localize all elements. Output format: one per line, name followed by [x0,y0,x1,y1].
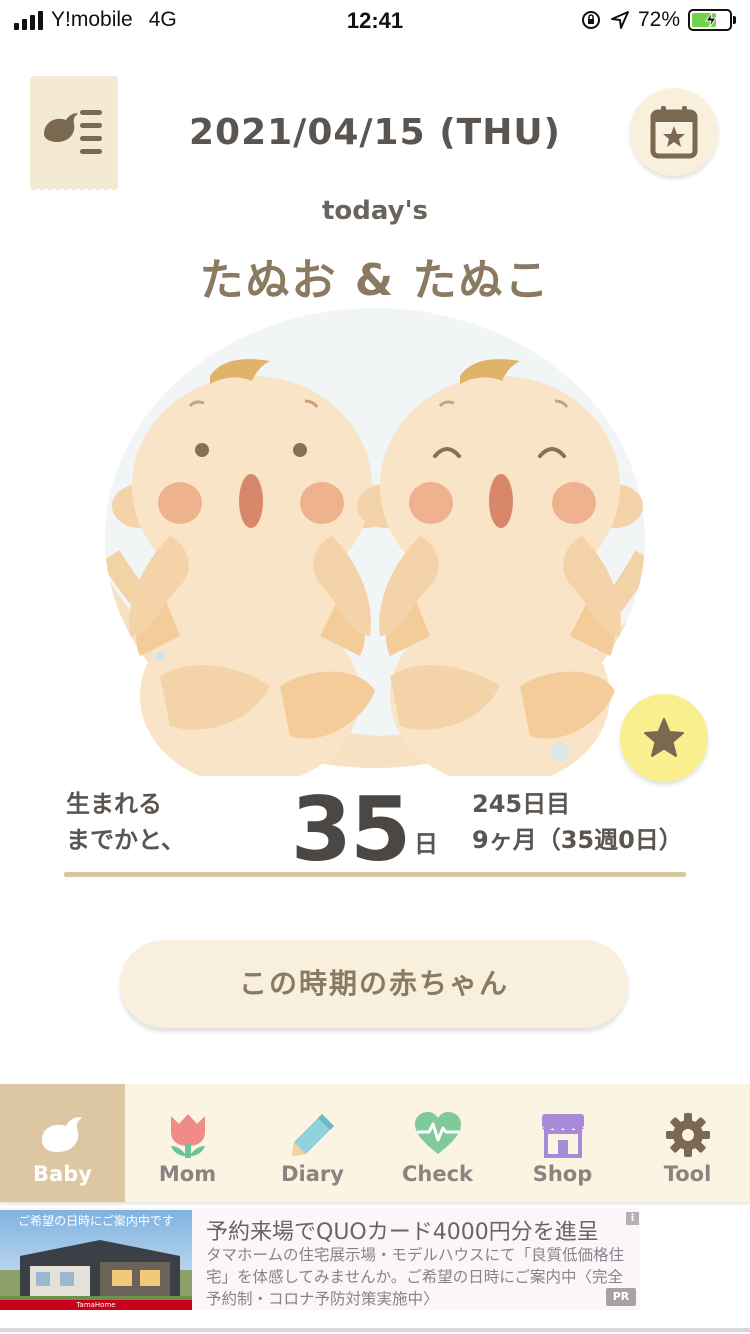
calendar-button[interactable] [630,88,718,176]
ad-image[interactable]: ご希望の日時にご案内中です TamaHome [0,1210,192,1310]
battery-percent: 72% [637,8,680,31]
star-icon [644,718,684,757]
pregnancy-info: 245日目 9ヶ月（35週0日） [472,786,683,858]
pencil-icon [292,1114,334,1156]
ad-logo: TamaHome [0,1300,192,1310]
menu-button[interactable] [30,76,118,194]
tab-check-label: Check [401,1162,474,1186]
bottom-divider [0,1328,750,1332]
tab-bar: Baby Mom Diary Check Shop Tool [0,1084,750,1202]
until-label-line1: 生まれる [66,790,162,818]
tab-tool-label: Tool [663,1162,712,1186]
tab-tool[interactable]: Tool [625,1084,750,1202]
tab-baby[interactable]: Baby [0,1084,125,1202]
heartbeat-icon [415,1112,461,1154]
tab-diary-label: Diary [281,1162,344,1186]
month-week: 9ヶ月（35週0日） [472,826,683,854]
location-icon [610,11,629,29]
tab-baby-label: Baby [33,1162,92,1186]
baby-this-period-button[interactable]: この時期の赤ちゃん [120,940,628,1028]
tab-mom-label: Mom [158,1162,217,1186]
twin-babies-illustration [105,308,645,776]
tab-diary[interactable]: Diary [250,1084,375,1202]
status-right: 72% [580,8,736,32]
divider [64,872,686,877]
day-number: 245日目 [472,790,571,818]
ad-banner[interactable]: ご希望の日時にご案内中です TamaHome 予約来場でQUOカード4000円分… [0,1208,640,1310]
ad-pr-badge: PR [606,1288,636,1306]
current-date: 2021/04/15 (THU) [188,112,562,153]
ad-info-icon[interactable]: i [626,1212,639,1225]
tab-shop-label: Shop [532,1162,593,1186]
favorite-button[interactable] [620,694,708,782]
days-unit: 日 [414,830,438,858]
ad-image-caption: ご希望の日時にご案内中です [18,1214,174,1228]
bird-menu-icon [44,110,102,154]
ad-title[interactable]: 予約来場でQUOカード4000円分を進呈 [206,1214,599,1246]
battery-icon [688,9,736,31]
ad-body[interactable]: タマホームの住宅展示場・モデルハウスにて「良質低価格住宅」を体感してみませんか。… [206,1244,630,1310]
gear-icon [666,1113,710,1157]
todays-label: today's [321,196,429,226]
tab-shop[interactable]: Shop [500,1084,625,1202]
until-label-line2: までかと、 [66,826,186,854]
baby-names: たぬお & たぬこ [199,255,551,306]
tab-mom[interactable]: Mom [125,1084,250,1202]
tulip-icon [171,1114,205,1158]
store-icon [542,1114,584,1158]
status-bar: Y!mobile 4G 12:41 72% [0,0,750,44]
days-remaining: 35 [290,778,411,881]
orientation-lock-icon [581,11,600,29]
bird-icon [42,1117,82,1152]
until-birth-label: 生まれる までかと、 [66,786,185,858]
tab-check[interactable]: Check [375,1084,500,1202]
calendar-star-icon [650,106,698,159]
